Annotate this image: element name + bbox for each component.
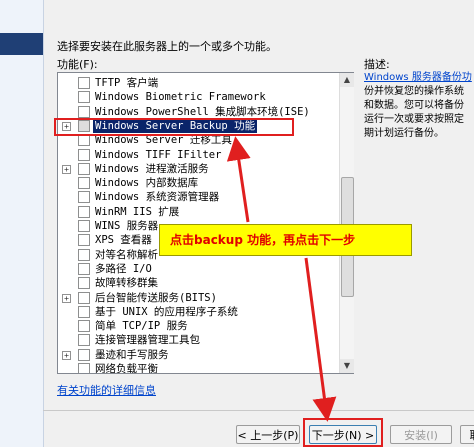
instruction-callout: 点击backup 功能，再点击下一步: [159, 224, 412, 256]
arrow-to-next-button: [304, 257, 337, 422]
arrow-to-backup-feature: [226, 136, 251, 223]
